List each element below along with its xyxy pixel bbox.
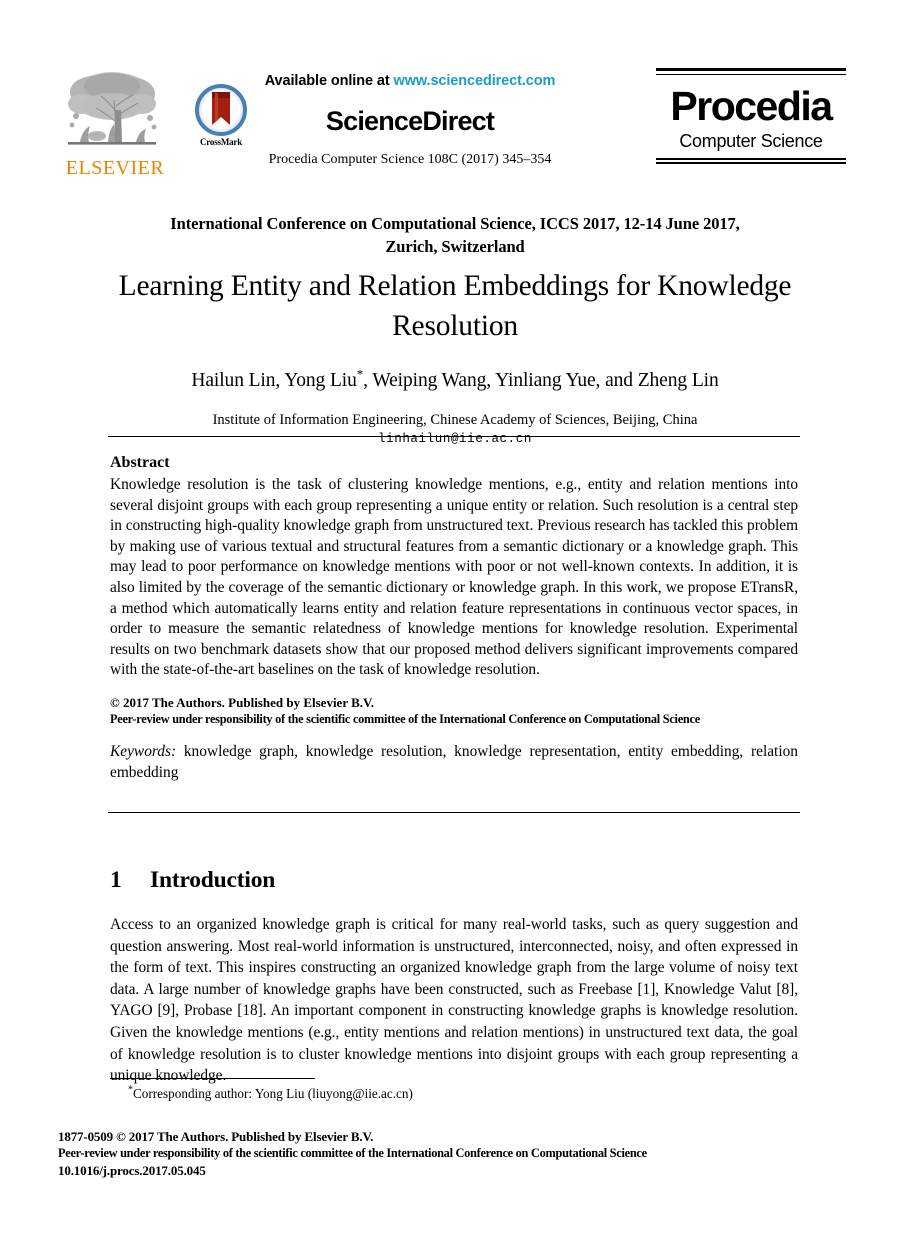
- doi-line[interactable]: 10.1016/j.procs.2017.05.045: [58, 1162, 858, 1179]
- procedia-logo: Procedia Computer Science: [656, 68, 846, 164]
- keywords-label: Keywords:: [110, 742, 177, 760]
- procedia-subtitle: Computer Science: [679, 131, 823, 151]
- available-online-prefix: Available online at: [264, 73, 394, 89]
- abstract-bottom-rule: [108, 812, 800, 813]
- page-title: Learning Entity and Relation Embeddings …: [118, 270, 792, 342]
- bottom-peerreview-line: Peer-review under responsibility of the …: [58, 1146, 647, 1160]
- crossmark-badge-group[interactable]: CrossMark: [184, 84, 258, 147]
- abstract-heading: Abstract: [110, 454, 170, 471]
- abstract-copyright-group: © 2017 The Authors. Published by Elsevie…: [110, 695, 798, 727]
- conference-line-2: Zurich, Switzerland: [385, 237, 525, 256]
- issn-copyright-line: 1877-0509 © 2017 The Authors. Published …: [58, 1129, 374, 1144]
- section-number: 1: [110, 866, 122, 893]
- keywords-value: knowledge graph, knowledge resolution, k…: [110, 742, 798, 781]
- section-heading-introduction: 1 Introduction: [110, 865, 798, 895]
- author-list: Hailun Lin, Yong Liu*, Weiping Wang, Yin…: [100, 368, 810, 394]
- conference-line-1: International Conference on Computationa…: [170, 214, 740, 233]
- procedia-bottom-rule: [656, 158, 846, 164]
- section-introduction: 1 Introduction Access to an organized kno…: [110, 845, 798, 1087]
- section-body-introduction: Access to an organized knowledge graph i…: [110, 916, 798, 1085]
- footnote-text: Corresponding author: Yong Liu (liuyong@…: [133, 1086, 413, 1101]
- sciencedirect-url-link[interactable]: www.sciencedirect.com: [394, 73, 556, 89]
- crossmark-label: CrossMark: [199, 137, 243, 147]
- authors-part-2: , Weiping Wang, Yinliang Yue, and Zheng …: [363, 370, 719, 391]
- affiliation-line: Institute of Information Engineering, Ch…: [212, 412, 698, 428]
- abstract-peerreview-line: Peer-review under responsibility of the …: [110, 711, 700, 726]
- abstract-block: Abstract Knowledge resolution is the tas…: [110, 452, 798, 783]
- journal-series-line: Procedia Computer Science 108C (2017) 34…: [268, 152, 552, 167]
- procedia-wordmark: Procedia: [670, 83, 833, 129]
- masthead: ELSEVIER CrossMark Available online at w…: [0, 62, 907, 187]
- sciencedirect-block: Available online at www.sciencedirect.co…: [250, 72, 570, 169]
- article-first-page: ELSEVIER CrossMark Available online at w…: [0, 0, 907, 1238]
- title-area: International Conference on Computationa…: [100, 212, 810, 448]
- authors-part-1: Hailun Lin, Yong Liu: [191, 370, 357, 391]
- procedia-top-rule: [656, 68, 846, 75]
- abstract-body: Knowledge resolution is the task of clus…: [110, 476, 798, 679]
- abstract-copyright-line: © 2017 The Authors. Published by Elsevie…: [110, 694, 374, 710]
- elsevier-tree-icon: [68, 72, 157, 145]
- keywords-line: Keywords: knowledge graph, knowledge res…: [110, 742, 798, 783]
- elsevier-wordmark: ELSEVIER: [65, 157, 165, 179]
- sciencedirect-wordmark: ScienceDirect: [325, 106, 495, 136]
- footnote-block: *Corresponding author: Yong Liu (liuyong…: [110, 1078, 798, 1102]
- corresponding-author-footnote: *Corresponding author: Yong Liu (liuyong…: [110, 1085, 798, 1102]
- section-title: Introduction: [150, 866, 276, 893]
- author-email[interactable]: linhailun@iie.ac.cn: [100, 431, 810, 448]
- bottom-matter: 1877-0509 © 2017 The Authors. Published …: [58, 1128, 858, 1179]
- available-online-line: Available online at www.sciencedirect.co…: [250, 72, 570, 90]
- footnote-rule: [110, 1078, 315, 1079]
- elsevier-logo: ELSEVIER: [62, 70, 168, 179]
- crossmark-icon[interactable]: [195, 84, 247, 136]
- abstract-top-rule: [108, 436, 800, 437]
